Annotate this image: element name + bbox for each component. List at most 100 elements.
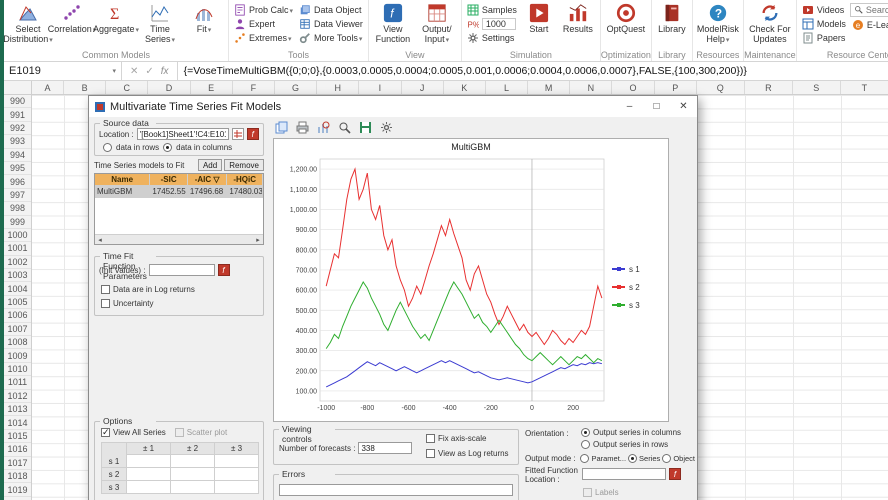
column-header-C[interactable]: C	[106, 81, 149, 94]
fitted-location-function-button[interactable]: f	[669, 468, 681, 480]
modelrisk-help-button[interactable]: ? ModelRisk Help	[696, 2, 740, 45]
column-header-H[interactable]: H	[317, 81, 360, 94]
expert-button[interactable]: Expert	[232, 17, 295, 30]
table-header-aic[interactable]: -AIC ▽	[187, 174, 228, 186]
row-header[interactable]: 994	[4, 149, 31, 162]
select-range-button[interactable]	[231, 128, 244, 140]
papers-button[interactable]: Papers	[800, 31, 848, 44]
row-header[interactable]: 1015	[4, 430, 31, 444]
row-header[interactable]: 1000	[4, 229, 31, 243]
zoom-chart-button[interactable]	[315, 121, 331, 135]
select-distribution-button[interactable]: Select Distribution	[3, 2, 49, 45]
magnifier-button[interactable]	[336, 121, 352, 135]
column-header-E[interactable]: E	[191, 81, 233, 94]
forecasts-input[interactable]	[358, 442, 413, 454]
output-input-button[interactable]: Output/ Input	[416, 2, 458, 45]
remove-button[interactable]: Remove	[224, 159, 264, 171]
search-box[interactable]	[849, 3, 888, 17]
errors-input[interactable]	[279, 484, 513, 496]
column-header-S[interactable]: S	[793, 81, 841, 94]
insert-function-icon[interactable]: fx	[161, 66, 169, 77]
fitted-location-input[interactable]	[582, 468, 666, 480]
correlation-button[interactable]: Correlation	[48, 2, 93, 35]
row-header[interactable]: 1003	[4, 269, 31, 283]
row-header[interactable]: 992	[4, 122, 31, 136]
row-header[interactable]: 1004	[4, 282, 31, 296]
start-simulation-button[interactable]: Start	[521, 2, 557, 34]
row-header[interactable]: 991	[4, 108, 31, 122]
column-header-I[interactable]: I	[359, 81, 402, 94]
minimize-button[interactable]: –	[616, 96, 643, 117]
data-object-button[interactable]: Data Object	[297, 3, 365, 16]
fit-models-table[interactable]: Name -SIC -AIC ▽ -HQiC MultiGBM 17452.55 17496…	[94, 173, 264, 245]
data-in-rows-radio[interactable]	[103, 143, 112, 152]
fix-axis-checkbox[interactable]	[426, 434, 435, 443]
row-header[interactable]: 1013	[4, 403, 31, 417]
iterations-input[interactable]: 1000	[481, 17, 516, 30]
search-input[interactable]	[865, 5, 888, 15]
fit-button[interactable]: Fit	[183, 2, 225, 35]
aggregate-button[interactable]: Σ Aggregate	[93, 2, 137, 35]
row-header[interactable]: 1014	[4, 416, 31, 430]
column-header-K[interactable]: K	[444, 81, 486, 94]
options-cell[interactable]	[127, 481, 171, 494]
column-header-F[interactable]: F	[233, 81, 275, 94]
add-button[interactable]: Add	[197, 159, 223, 171]
data-viewer-button[interactable]: Data Viewer	[297, 17, 365, 30]
settings-button[interactable]: Settings	[465, 31, 519, 44]
log-returns-checkbox[interactable]	[101, 285, 110, 294]
column-header-G[interactable]: G	[275, 81, 318, 94]
maximize-button[interactable]: □	[643, 96, 670, 117]
print-button[interactable]	[294, 121, 310, 135]
row-header[interactable]: 1007	[4, 323, 31, 337]
orientation-columns-radio[interactable]	[581, 427, 590, 437]
name-box-dropdown-icon[interactable]: ▾	[112, 67, 116, 75]
data-in-columns-radio[interactable]	[163, 143, 173, 152]
location-input[interactable]	[136, 128, 229, 140]
options-cell[interactable]	[215, 455, 259, 468]
row-header[interactable]: 997	[4, 189, 31, 203]
table-header-name[interactable]: Name	[95, 174, 151, 186]
prob-calc-button[interactable]: Prob Calc	[232, 3, 295, 16]
options-cell[interactable]	[171, 481, 215, 494]
row-header[interactable]: 999	[4, 216, 31, 229]
results-button[interactable]: Results	[559, 2, 597, 34]
labels-checkbox[interactable]	[583, 488, 592, 498]
copy-button[interactable]	[273, 121, 289, 135]
row-header[interactable]: 1016	[4, 443, 31, 457]
column-header-M[interactable]: M	[528, 81, 571, 94]
column-header-B[interactable]: B	[64, 81, 107, 94]
column-header-O[interactable]: O	[612, 81, 655, 94]
elearning-button[interactable]: e E-Learning	[850, 18, 888, 31]
row-header[interactable]: 998	[4, 202, 31, 216]
view-function-button[interactable]: f View Function	[372, 2, 414, 44]
videos-button[interactable]: Videos	[800, 3, 848, 16]
row-header[interactable]: 1009	[4, 349, 31, 363]
select-all-corner[interactable]	[4, 81, 32, 95]
row-header[interactable]: 1005	[4, 296, 31, 310]
table-header-sic[interactable]: -SIC	[150, 174, 188, 186]
formula-input[interactable]: {=VoseTimeMultiGBM({0;0;0},{0.0003,0.000…	[178, 62, 888, 80]
row-header[interactable]: 990	[4, 95, 31, 109]
view-log-returns-checkbox[interactable]	[426, 449, 435, 458]
row-header[interactable]: 1011	[4, 376, 31, 390]
library-button[interactable]: Library	[655, 2, 689, 34]
row-header[interactable]: 1002	[4, 256, 31, 270]
column-header-D[interactable]: D	[148, 81, 191, 94]
row-header[interactable]: 995	[4, 162, 31, 176]
chart-settings-button[interactable]	[378, 121, 394, 135]
table-row[interactable]: MultiGBM 17452.55 17496.68 17480.03	[95, 186, 263, 198]
column-header-N[interactable]: N	[570, 81, 613, 94]
options-cell[interactable]	[215, 468, 259, 481]
column-header-P[interactable]: P	[655, 81, 697, 94]
scroll-left-icon[interactable]: ◂	[95, 236, 105, 244]
mode-parametric-radio[interactable]	[580, 454, 590, 463]
more-tools-button[interactable]: More Tools	[297, 31, 365, 44]
row-header[interactable]: 1019	[4, 483, 31, 497]
check-updates-button[interactable]: Check For Updates	[747, 2, 793, 44]
column-header-Q[interactable]: Q	[697, 81, 745, 94]
init-values-function-button[interactable]: f	[217, 264, 230, 276]
table-header-hqic[interactable]: -HQiC	[227, 174, 263, 186]
init-values-input[interactable]	[148, 264, 215, 276]
row-header[interactable]: 996	[4, 175, 31, 189]
